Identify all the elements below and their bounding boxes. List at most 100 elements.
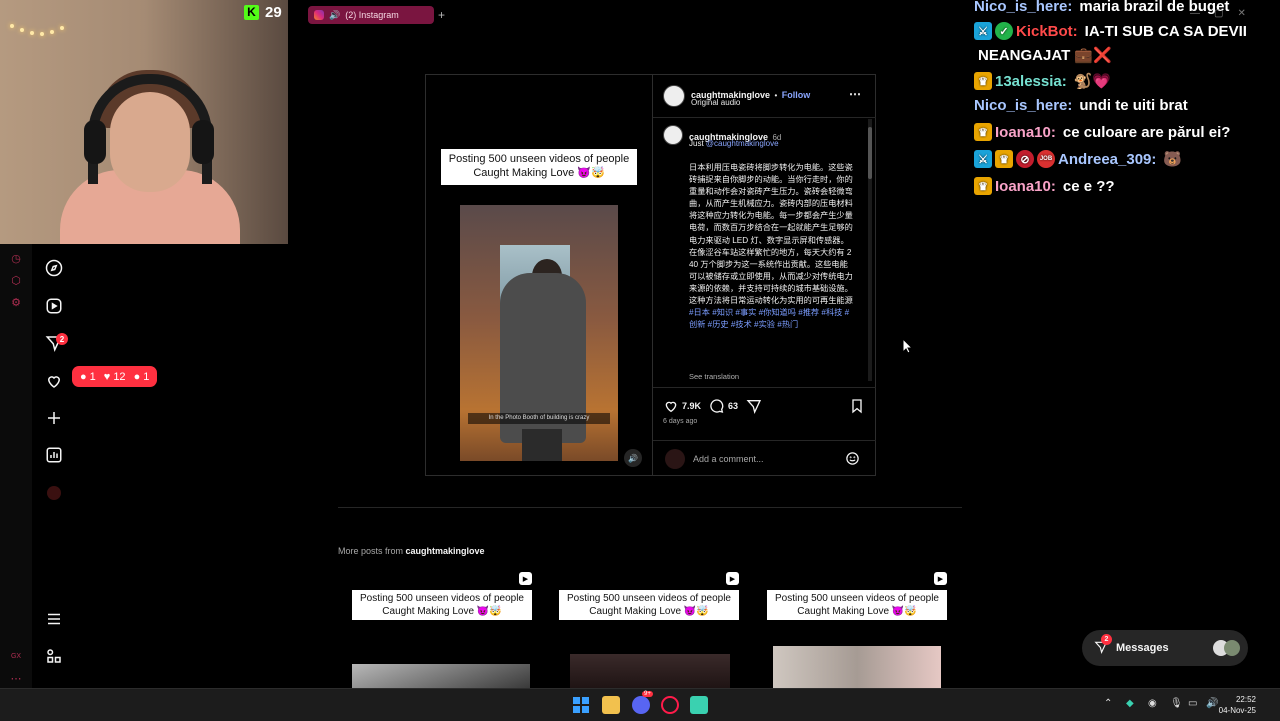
emoji-picker-icon[interactable]: [845, 451, 860, 471]
more-posts-username-link[interactable]: caughtmakinglove: [406, 546, 485, 556]
chat-message: ♛ 13alessia: 🐒💗: [974, 72, 1111, 90]
minimize-icon[interactable]: —: [1190, 8, 1200, 19]
volume-icon[interactable]: 🔊: [1206, 698, 1218, 709]
messages-floating-button[interactable]: 2 Messages: [1082, 630, 1248, 666]
reel-indicator-icon: ▶: [726, 572, 739, 585]
add-comment-input[interactable]: Add a comment...: [693, 454, 764, 464]
more-options-icon[interactable]: ⋯: [849, 87, 862, 101]
no-badge-icon: ⊘: [1016, 150, 1034, 168]
chat-text: undi te uiti brat: [1079, 97, 1188, 114]
microphone-icon[interactable]: 🎙: [1170, 698, 1183, 709]
chat-text: ce culoare are părul ei?: [1062, 123, 1231, 141]
caption-intro: Just: [689, 139, 706, 148]
chat-username: Andreea_309:: [1058, 150, 1157, 168]
see-translation-link[interactable]: See translation: [689, 372, 739, 381]
more-post-thumbnail[interactable]: ▶ Posting 500 unseen videos of people Ca…: [753, 570, 949, 688]
section-divider: [338, 507, 962, 508]
chat-text: IA-TI SUB CA SA DEVII: [1084, 22, 1247, 40]
chat-message: NEANGAJAT 💼❌: [974, 46, 1112, 64]
share-button[interactable]: [746, 398, 762, 414]
caption-avatar[interactable]: [663, 125, 683, 145]
reel-video[interactable]: In the Photo Booth of building is crazy: [460, 205, 618, 461]
tray-discord-icon[interactable]: ◉: [1148, 698, 1157, 709]
post-media[interactable]: Posting 500 unseen videos of people Caug…: [426, 75, 652, 475]
post-viewer: Posting 500 unseen videos of people Caug…: [425, 74, 876, 476]
tray-chevron-icon[interactable]: ⌃: [1104, 698, 1112, 709]
messages-badge: 2: [1101, 633, 1112, 645]
reels-icon[interactable]: [44, 296, 64, 316]
new-tab-button[interactable]: +: [438, 8, 445, 22]
caption-area: caughtmakinglove 6d Just @caughtmakinglo…: [663, 125, 869, 387]
profile-avatar[interactable]: [44, 483, 64, 503]
chat-message: ♛ Ioana10: ce culoare are părul ei?: [974, 123, 1230, 141]
create-plus-icon[interactable]: [44, 408, 64, 428]
media-caption-overlay: Posting 500 unseen videos of people Caug…: [441, 149, 637, 185]
follow-button[interactable]: Follow: [782, 90, 811, 100]
chat-text: ce e ??: [1062, 177, 1115, 195]
caption-hashtags[interactable]: #日本 #知识 #事实 #你知道吗 #推荐 #科技 #创新 #历史 #技术 #实…: [689, 308, 849, 329]
kick-viewer-count: K 29: [244, 2, 282, 22]
speaker-icon[interactable]: 🔊: [329, 10, 340, 21]
explore-icon[interactable]: [44, 258, 64, 278]
window-controls: — ▢ ✕: [1190, 8, 1246, 19]
taskbar-clock[interactable]: 22:52 04-Nov-25: [1219, 694, 1256, 716]
messages-nav-badge: 2: [56, 333, 68, 345]
pill-likes: ♥ 12: [103, 370, 126, 383]
tray-app-icon[interactable]: ◆: [1126, 698, 1134, 709]
mouse-cursor-icon: [902, 337, 914, 359]
settings-icon[interactable]: ⚙: [9, 295, 23, 309]
paper-plane-icon: [746, 400, 762, 414]
kick-logo-icon: K: [244, 4, 259, 20]
activity-notification-pill[interactable]: ● 1 ♥ 12 ● 1: [72, 366, 158, 387]
chat-text: NEANGAJAT 💼❌: [978, 47, 1112, 64]
comment-button[interactable]: 63: [709, 398, 738, 414]
author-avatar[interactable]: [663, 85, 685, 107]
like-button[interactable]: 7.9K: [663, 398, 701, 414]
windows-start-icon[interactable]: [572, 696, 590, 714]
discord-icon[interactable]: 9+: [632, 691, 653, 714]
thumbnail-caption: Posting 500 unseen videos of people Caug…: [559, 590, 739, 620]
chat-username: KickBot:: [1016, 22, 1078, 40]
browser-tab-instagram[interactable]: 🔊 (2) Instagram: [308, 6, 434, 24]
more-posts-label: More posts from caughtmakinglove: [338, 546, 485, 556]
save-bookmark-icon[interactable]: [849, 398, 865, 419]
dashboard-icon[interactable]: [44, 445, 64, 465]
also-from-meta-icon[interactable]: [44, 646, 64, 666]
notifications-heart-icon[interactable]: [44, 371, 64, 391]
chat-message: ⚔ ✓ KickBot: IA-TI SUB CA SA DEVII: [974, 22, 1247, 40]
recent-chat-avatars: [1212, 640, 1240, 656]
extensions-icon[interactable]: ⬡: [9, 273, 23, 287]
opera-gx-icon[interactable]: [661, 696, 679, 714]
post-time-ago: 6 days ago: [663, 418, 698, 425]
post-sidebar: caughtmakinglove • Follow Original audio…: [652, 75, 876, 475]
history-icon[interactable]: ◷: [9, 251, 23, 265]
chat-username: Ioana10:: [995, 123, 1056, 141]
like-count: 7.9K: [682, 401, 702, 411]
post-actions: 7.9K 63 6 days ago Add a comment...: [653, 387, 876, 476]
mute-toggle-icon[interactable]: 🔊: [624, 449, 642, 467]
tab-title: (2) Instagram: [345, 10, 399, 20]
webcam-overlay: [0, 0, 288, 244]
instagram-nav-rail: 2: [32, 244, 76, 688]
more-post-thumbnail[interactable]: ▶ Posting 500 unseen videos of people Ca…: [338, 570, 534, 688]
discord-badge: 9+: [642, 691, 653, 697]
more-post-thumbnail[interactable]: ▶ Posting 500 unseen videos of people Ca…: [545, 570, 741, 688]
comment-bubble-icon: [710, 399, 724, 413]
maximize-icon[interactable]: ▢: [1214, 8, 1223, 19]
chat-message: Nico_is_here: undi te uiti brat: [974, 97, 1188, 114]
crown-badge-icon: ♛: [974, 72, 992, 90]
messages-label: Messages: [1116, 642, 1169, 654]
person-icon: ●: [133, 370, 141, 383]
reel-indicator-icon: ▶: [934, 572, 947, 585]
file-explorer-icon[interactable]: [602, 696, 620, 714]
audio-label[interactable]: Original audio: [691, 98, 740, 107]
menu-hamburger-icon[interactable]: [44, 609, 64, 629]
more-icon[interactable]: ⋯: [9, 671, 23, 685]
caption-mention-link[interactable]: @caughtmakinglove: [706, 139, 779, 148]
close-icon[interactable]: ✕: [1237, 8, 1245, 19]
network-icon[interactable]: ▭: [1188, 698, 1197, 709]
caption-scrollbar[interactable]: [868, 119, 872, 381]
opera-gx-label: GX: [10, 652, 22, 660]
app-icon[interactable]: [690, 696, 708, 714]
job-badge-icon: JOB: [1037, 150, 1055, 168]
